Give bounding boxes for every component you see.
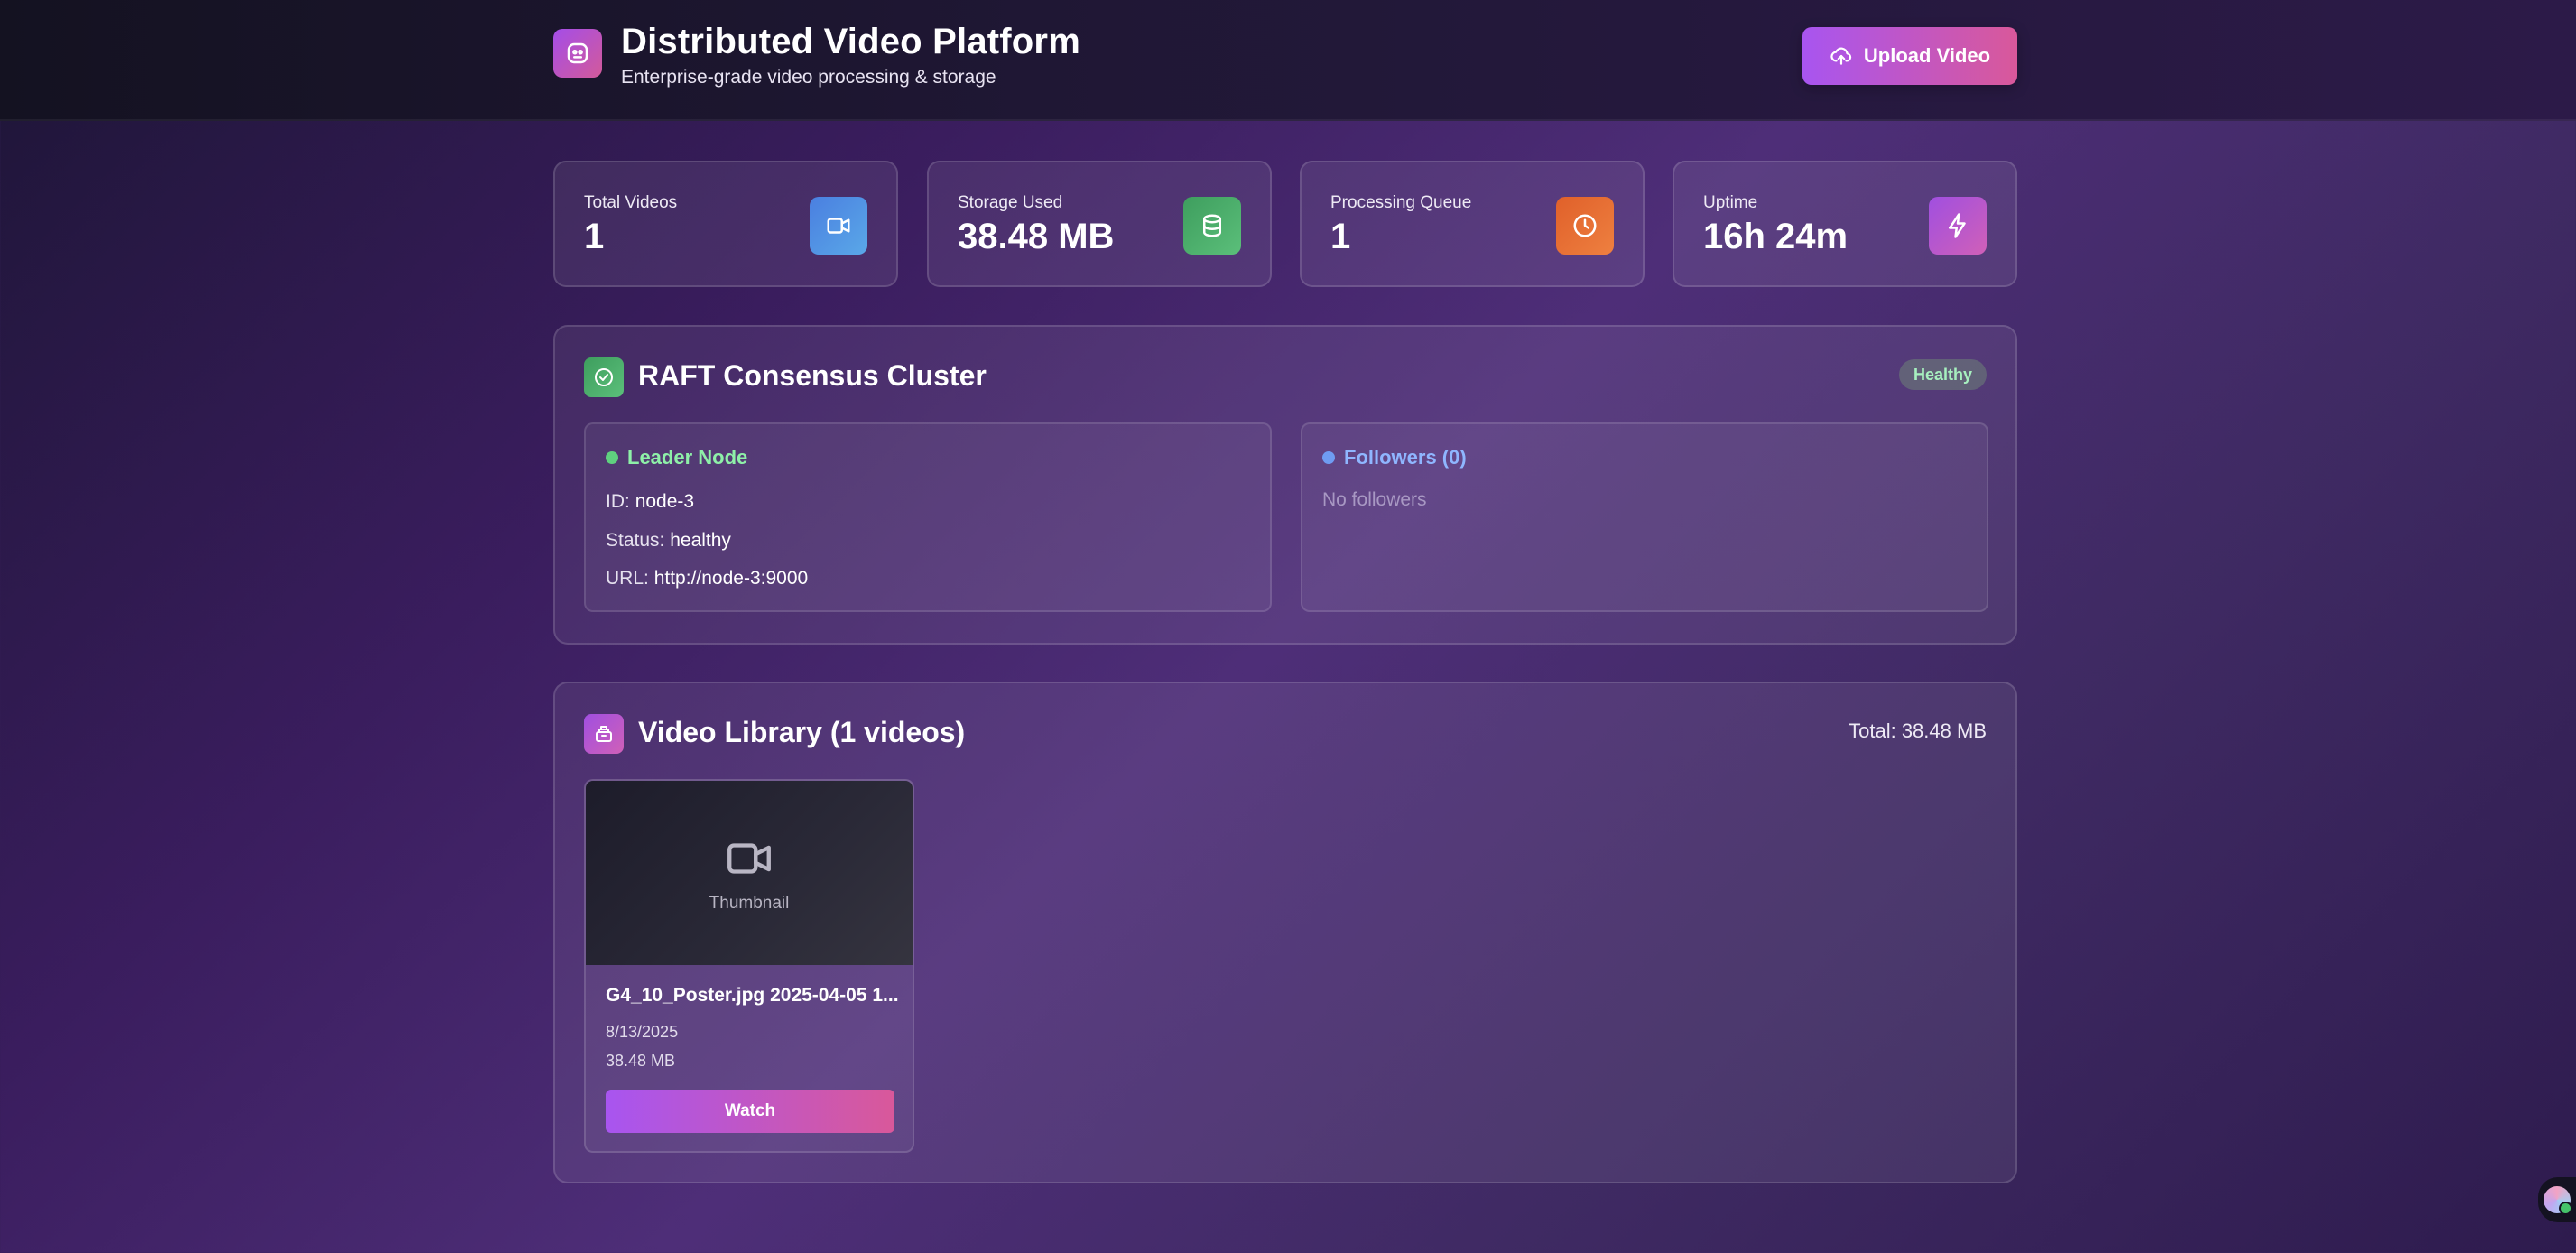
followers-title: Followers (0) bbox=[1344, 446, 1467, 469]
leader-node-heading: Leader Node bbox=[606, 446, 747, 469]
leader-status-dot bbox=[606, 451, 618, 464]
video-card[interactable]: Thumbnail G4_10_Poster.jpg 2025-04-05 1.… bbox=[584, 779, 914, 1153]
palette-icon bbox=[2544, 1186, 2572, 1215]
stat-value: 38.48 MB bbox=[958, 217, 1115, 256]
video-library-panel: Video Library (1 videos) Total: 38.48 MB… bbox=[553, 682, 2017, 1183]
storage-box-icon bbox=[584, 714, 624, 754]
stat-label: Storage Used bbox=[958, 193, 1063, 212]
upload-cloud-icon bbox=[1830, 47, 1852, 65]
video-size: 38.48 MB bbox=[606, 1052, 676, 1070]
stat-value: 1 bbox=[1330, 217, 1351, 256]
leader-id-value: node-3 bbox=[635, 491, 695, 512]
leader-node-box: Leader Node ID: node-3 Status: healthy U… bbox=[584, 422, 1272, 612]
cluster-status-badge: Healthy bbox=[1898, 359, 1987, 390]
video-camera-icon bbox=[727, 843, 771, 874]
leader-id-label: ID: bbox=[606, 491, 630, 512]
leader-status-value: healthy bbox=[670, 530, 731, 551]
leader-url-row: URL: http://node-3:9000 bbox=[606, 568, 808, 589]
check-circle-icon bbox=[584, 357, 624, 397]
upload-video-button[interactable]: Upload Video bbox=[1802, 27, 2017, 85]
app-subtitle: Enterprise-grade video processing & stor… bbox=[621, 67, 996, 88]
leader-url-value: http://node-3:9000 bbox=[653, 568, 809, 589]
clock-icon bbox=[1556, 197, 1614, 255]
video-title: G4_10_Poster.jpg 2025-04-05 1... bbox=[606, 985, 899, 1006]
no-followers-text: No followers bbox=[1322, 489, 1427, 510]
leader-node-title: Leader Node bbox=[627, 446, 748, 469]
video-camera-icon bbox=[810, 197, 867, 255]
stat-card-processing-queue: Processing Queue 1 bbox=[1300, 161, 1645, 287]
followers-box: Followers (0) No followers bbox=[1301, 422, 1988, 612]
leader-url-label: URL: bbox=[606, 568, 649, 589]
stat-value: 16h 24m bbox=[1703, 217, 1849, 256]
followers-heading: Followers (0) bbox=[1322, 446, 1467, 469]
top-header: Distributed Video Platform Enterprise-gr… bbox=[0, 0, 2576, 121]
watch-button[interactable]: Watch bbox=[606, 1090, 894, 1133]
library-title: Video Library (1 videos) bbox=[638, 716, 966, 748]
app-logo-icon bbox=[553, 29, 602, 78]
stat-label: Total Videos bbox=[584, 193, 678, 212]
stat-label: Processing Queue bbox=[1330, 193, 1472, 212]
leader-id-row: ID: node-3 bbox=[606, 491, 694, 513]
database-icon bbox=[1183, 197, 1241, 255]
stat-label: Uptime bbox=[1703, 193, 1758, 212]
leader-status-row: Status: healthy bbox=[606, 530, 731, 552]
followers-status-dot bbox=[1322, 451, 1335, 464]
raft-cluster-panel: RAFT Consensus Cluster Healthy Leader No… bbox=[553, 325, 2017, 645]
stat-value: 1 bbox=[584, 217, 605, 256]
stat-card-uptime: Uptime 16h 24m bbox=[1673, 161, 2017, 287]
cluster-title: RAFT Consensus Cluster bbox=[638, 359, 987, 392]
floating-assistant-widget[interactable] bbox=[2538, 1177, 2576, 1222]
thumbnail-label: Thumbnail bbox=[709, 894, 790, 913]
upload-video-label: Upload Video bbox=[1863, 44, 1991, 67]
app-title: Distributed Video Platform bbox=[621, 22, 1080, 61]
library-total-size: Total: 38.48 MB bbox=[1849, 719, 1987, 742]
stat-card-total-videos: Total Videos 1 bbox=[553, 161, 898, 287]
lightning-icon bbox=[1929, 197, 1987, 255]
leader-status-label: Status: bbox=[606, 530, 665, 551]
video-date: 8/13/2025 bbox=[606, 1023, 679, 1041]
stat-card-storage-used: Storage Used 38.48 MB bbox=[927, 161, 1272, 287]
video-thumbnail[interactable]: Thumbnail bbox=[586, 781, 913, 965]
